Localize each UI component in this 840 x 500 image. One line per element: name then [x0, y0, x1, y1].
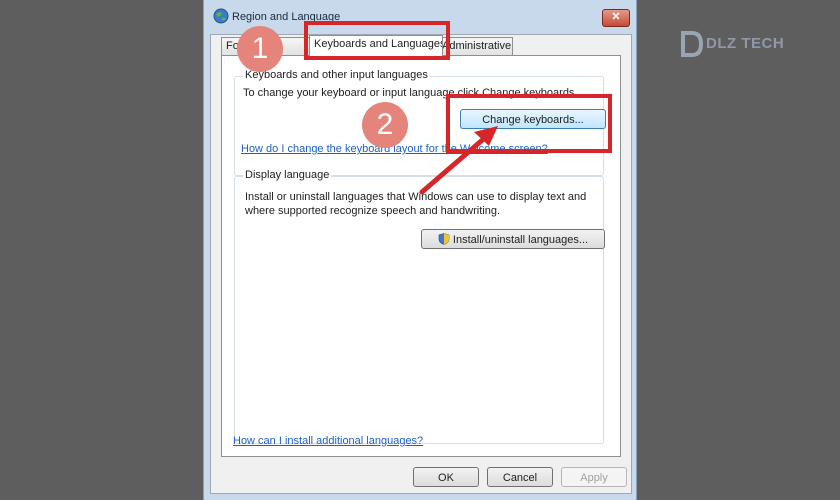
- brand-watermark: DLZ TECH: [676, 26, 796, 62]
- step-arrow: [419, 126, 498, 195]
- screenshot: Region and Language ✕ Formats Keyboards …: [0, 0, 840, 500]
- watermark-text: DLZ TECH: [706, 35, 785, 52]
- tab-keyboards-and-languages[interactable]: Keyboards and Languages: [309, 35, 443, 56]
- brand-logo-icon: [681, 31, 704, 57]
